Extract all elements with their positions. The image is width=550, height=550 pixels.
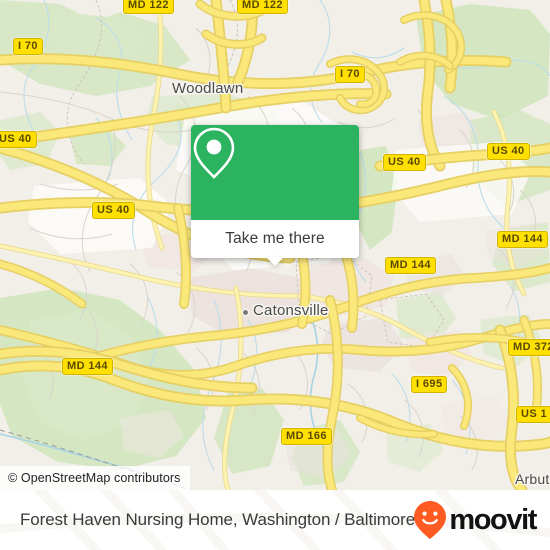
map-canvas[interactable]: .grn { fill:#cfe5bb; } .grn2 { fill:#d9e… <box>0 0 550 490</box>
highway-shield-us40-far-west: US 40 <box>0 131 37 148</box>
highway-shield-md144-center: MD 144 <box>385 257 436 274</box>
location-title: Forest Haven Nursing Home, Washington / … <box>20 510 416 529</box>
moovit-brand[interactable]: moovit <box>413 500 537 540</box>
take-me-there-label: Take me there <box>225 230 325 247</box>
highway-shield-i70-west: I 70 <box>13 38 43 55</box>
highway-shield-md122-east: MD 122 <box>237 0 288 14</box>
highway-shield-us40-west: US 40 <box>92 202 135 219</box>
highway-shield-md166: MD 166 <box>281 428 332 445</box>
map-place-dot-catonsville <box>243 310 248 315</box>
highway-shield-us40-center: US 40 <box>383 154 426 171</box>
highway-shield-md144-west: MD 144 <box>62 358 113 375</box>
highway-shield-md372: MD 372 <box>508 339 550 356</box>
highway-shield-md122-west: MD 122 <box>123 0 174 14</box>
moovit-wordmark: moovit <box>449 503 537 536</box>
highway-shield-i70-east: I 70 <box>335 66 365 83</box>
highway-shield-md144-east: MD 144 <box>497 231 548 248</box>
popup-header <box>191 125 359 220</box>
footer-bar: Forest Haven Nursing Home, Washington / … <box>0 490 550 550</box>
highway-shield-us40-east: US 40 <box>487 143 530 160</box>
popup-pointer-tail <box>266 257 284 266</box>
screenshot-root: .grn { fill:#cfe5bb; } .grn2 { fill:#d9e… <box>0 0 550 550</box>
map-pin-icon <box>193 127 235 179</box>
highway-shield-us1: US 1 <box>516 406 550 423</box>
popup-footer[interactable]: Take me there <box>191 220 359 266</box>
map-attribution[interactable]: © OpenStreetMap contributors <box>0 466 190 490</box>
moovit-smile-pin-icon <box>414 501 447 539</box>
highway-shield-i695: I 695 <box>411 376 448 393</box>
location-popup-card[interactable]: Take me there <box>191 125 359 266</box>
